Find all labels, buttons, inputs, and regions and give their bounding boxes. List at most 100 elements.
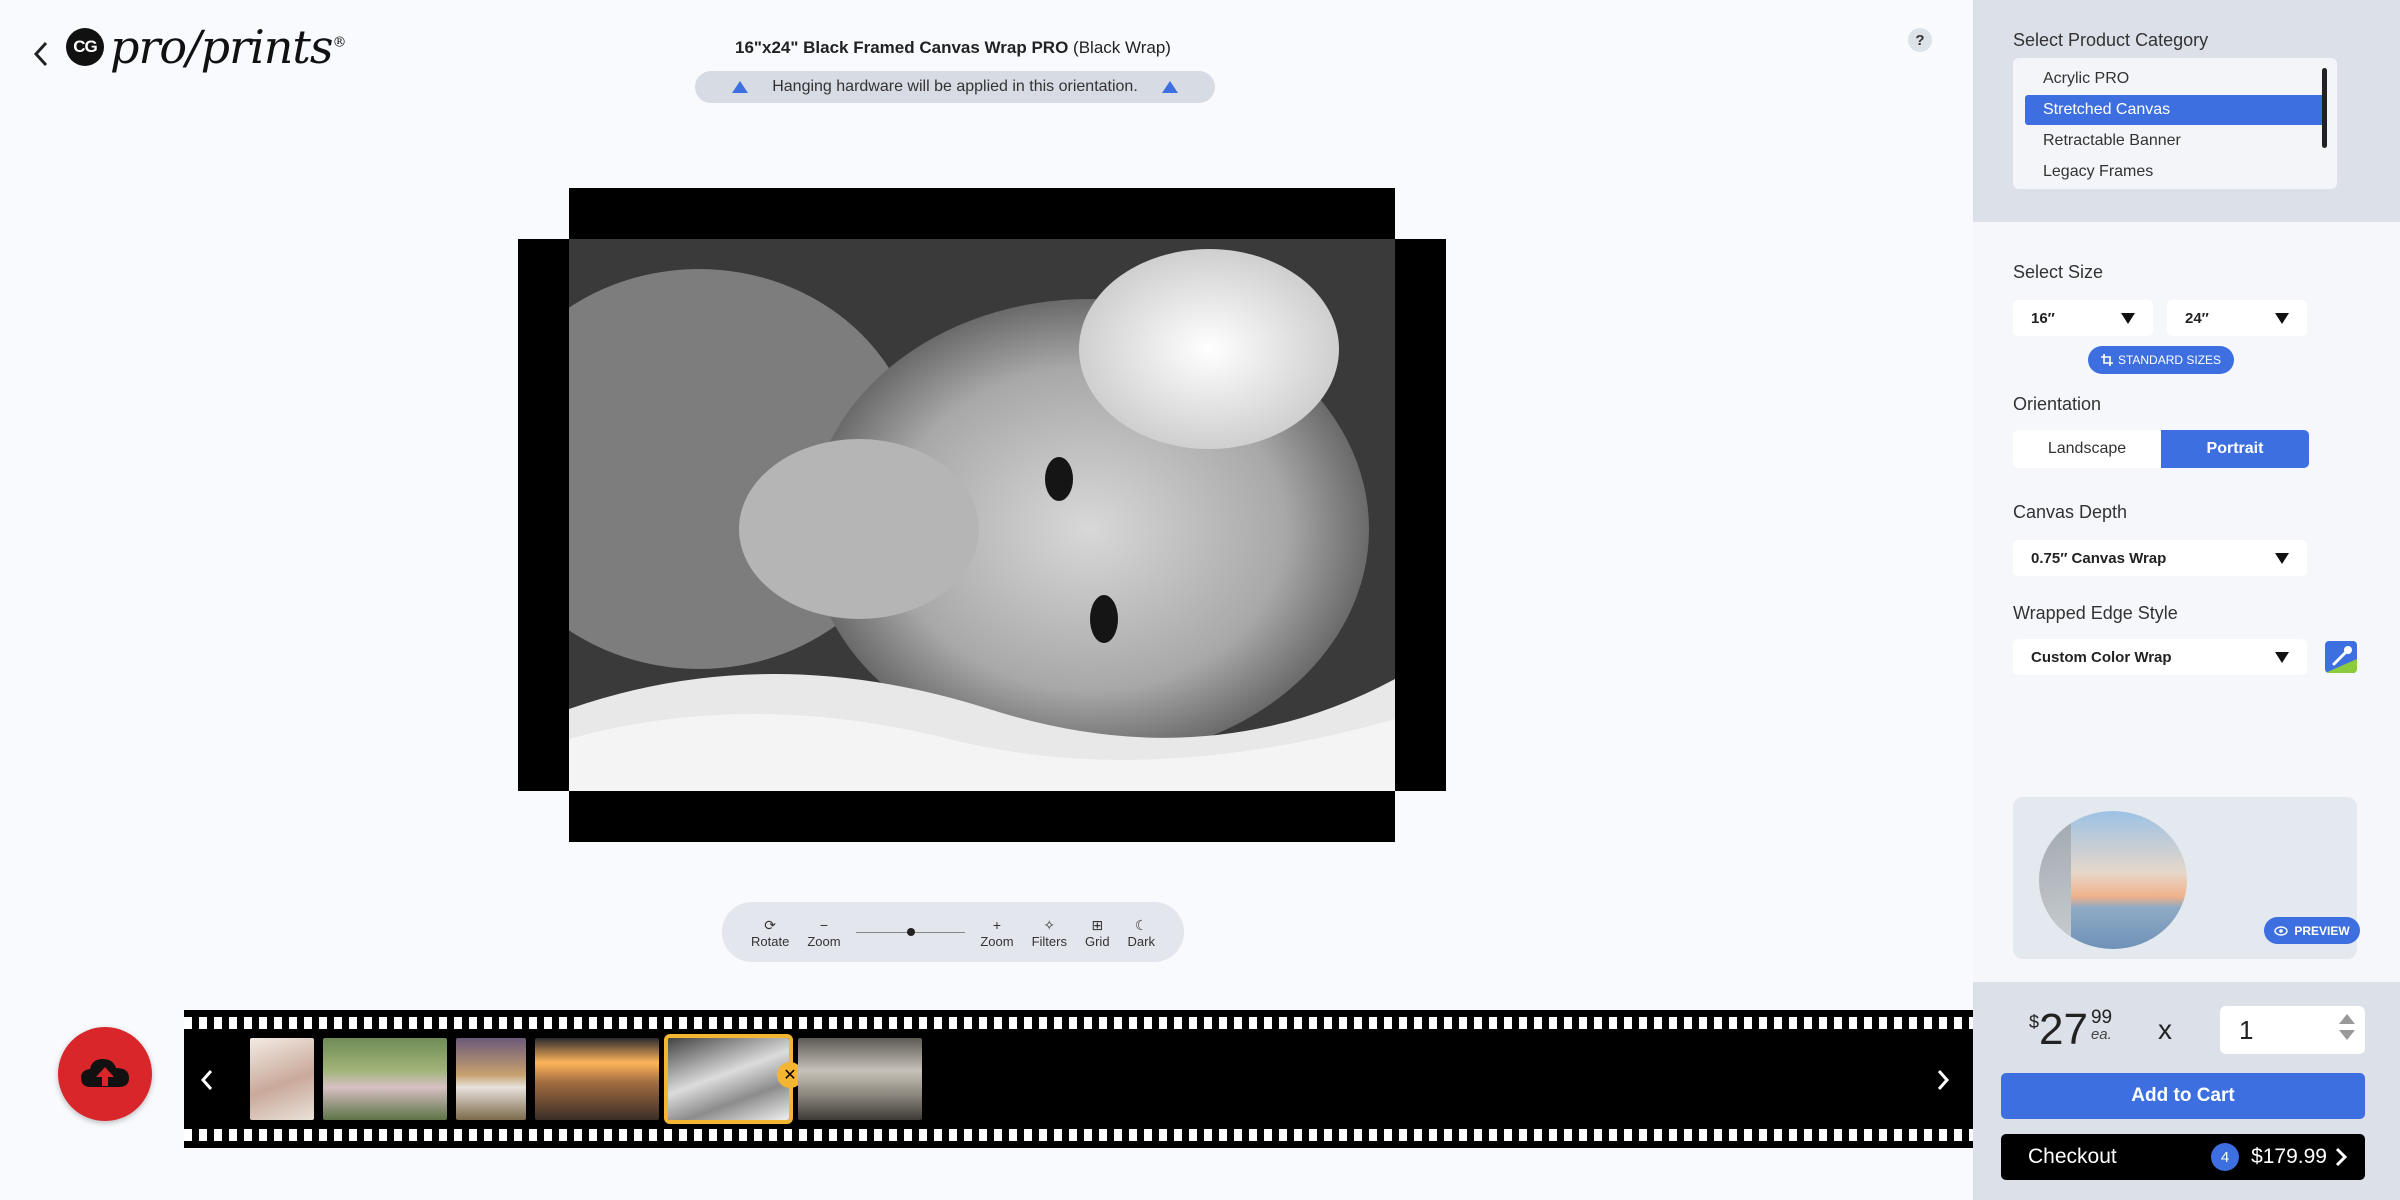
thumbnail-woman-in-field[interactable]	[456, 1038, 526, 1120]
rotate-button[interactable]: ⟳ Rotate	[751, 916, 789, 949]
checkout-button[interactable]: Checkout 4 $179.99	[2001, 1134, 2365, 1180]
up-triangle-icon	[1161, 81, 1178, 93]
zoom-in-label: Zoom	[980, 933, 1014, 949]
grid-icon: ⊞	[1091, 916, 1104, 933]
dark-label: Dark	[1127, 933, 1155, 949]
orientation-label: Orientation	[2013, 394, 2102, 414]
filmstrip-prev-button[interactable]	[192, 1060, 222, 1100]
canvas-photo[interactable]	[569, 239, 1395, 791]
category-scrollbar[interactable]	[2322, 68, 2327, 148]
add-to-cart-button[interactable]: Add to Cart	[2001, 1073, 2365, 1119]
caret-down-icon	[2275, 553, 2289, 564]
checkout-label: Checkout	[2028, 1145, 2117, 1168]
height-value: 24″	[2185, 309, 2209, 327]
price-unit: ea.	[2090, 1026, 2112, 1043]
category-section: Select Product Category Acrylic PRO Stre…	[1973, 0, 2400, 222]
thumbnail-couple-sunset[interactable]	[535, 1038, 659, 1120]
decrement-icon[interactable]	[2339, 1030, 2355, 1040]
rotate-icon: ⟳	[764, 916, 777, 933]
zoom-out-label: Zoom	[807, 933, 841, 949]
options-sidebar: Select Product Category Acrylic PRO Stre…	[1973, 0, 2400, 1200]
caret-down-icon	[2275, 652, 2289, 663]
canvas-preview-edge	[2039, 811, 2071, 949]
canvas-depth-select[interactable]: 0.75″ Canvas Wrap	[2013, 540, 2307, 576]
eyedropper-icon	[2325, 646, 2357, 673]
price-dollars: 27	[2039, 1005, 2088, 1054]
canvas-depth-label: Canvas Depth	[2013, 502, 2128, 522]
edge-style-select[interactable]: Custom Color Wrap	[2013, 639, 2307, 675]
edge-style-value: Custom Color Wrap	[2031, 648, 2172, 666]
chevron-left-icon	[200, 1070, 213, 1090]
thumbnail-wedding-couple[interactable]	[798, 1038, 922, 1120]
edge-style-label: Wrapped Edge Style	[2013, 603, 2178, 623]
upload-button[interactable]	[58, 1027, 152, 1121]
minus-icon: −	[819, 916, 829, 933]
category-item-legacy-frames[interactable]: Legacy Frames	[2025, 157, 2325, 187]
eyedropper-button[interactable]	[2325, 641, 2357, 673]
hanging-notice: Hanging hardware will be applied in this…	[695, 71, 1215, 103]
standard-sizes-label: STANDARD SIZES	[2117, 353, 2222, 367]
caret-down-icon	[2275, 313, 2289, 324]
orientation-toggle: Landscape Portrait	[2013, 430, 2309, 468]
zoom-slider-handle[interactable]	[906, 928, 915, 936]
increment-icon[interactable]	[2339, 1014, 2355, 1024]
category-item-retractable-banner[interactable]: Retractable Banner	[2025, 126, 2325, 156]
category-item-acrylic-pro[interactable]: Acrylic PRO	[2025, 64, 2325, 94]
zoom-in-button[interactable]: + Zoom	[980, 916, 1013, 949]
hanging-notice-text: Hanging hardware will be applied in this…	[772, 78, 1138, 95]
chevron-right-icon	[1937, 1070, 1950, 1090]
sparkle-icon: ✧	[1043, 916, 1056, 933]
canvas-depth-value: 0.75″ Canvas Wrap	[2031, 549, 2167, 567]
cart-section: $ 27 99 ea. x 1 Add to Cart Checkout 4 $…	[1973, 982, 2400, 1200]
product-title-suffix: (Black Wrap)	[1068, 38, 1171, 57]
chevron-right-icon	[2335, 1147, 2347, 1167]
cloud-upload-icon	[81, 1059, 129, 1087]
price-currency: $	[2029, 1012, 2040, 1032]
up-triangle-icon	[732, 81, 749, 93]
moon-icon: ☾	[1134, 916, 1148, 933]
film-perforation-top	[184, 1017, 1973, 1029]
product-preview-card: PREVIEW	[2013, 797, 2360, 959]
orientation-landscape[interactable]: Landscape	[2013, 430, 2161, 468]
edit-toolbar: ⟳ Rotate − Zoom + Zoom ✧ Filters ⊞ Grid …	[722, 902, 1184, 962]
width-select[interactable]: 16″	[2013, 300, 2153, 336]
grid-label: Grid	[1084, 933, 1110, 949]
newborn-photo-illustration	[569, 239, 1395, 791]
eye-icon	[2274, 925, 2289, 936]
orientation-portrait[interactable]: Portrait	[2161, 430, 2309, 468]
quantity-stepper[interactable]: 1	[2220, 1006, 2365, 1054]
thumbnail-girl-in-meadow[interactable]	[323, 1038, 447, 1120]
zoom-slider[interactable]	[855, 922, 966, 942]
preview-label: PREVIEW	[2294, 923, 2350, 938]
dark-mode-button[interactable]: ☾ Dark	[1128, 916, 1155, 949]
quantity-spinner[interactable]	[2339, 1014, 2355, 1040]
height-select[interactable]: 24″	[2167, 300, 2307, 336]
standard-sizes-button[interactable]: STANDARD SIZES	[2088, 346, 2234, 374]
category-label: Select Product Category	[2013, 30, 2209, 50]
price-cents: 99	[2090, 1007, 2113, 1028]
help-button[interactable]: ?	[1908, 28, 1932, 52]
multiply-sign: x	[2158, 1014, 2172, 1045]
photo-filmstrip: ✕	[184, 1010, 1973, 1148]
product-title: 16"x24" Black Framed Canvas Wrap PRO (Bl…	[0, 38, 1906, 58]
film-perforation-bottom	[184, 1129, 1973, 1141]
canvas-preview-image	[2039, 811, 2187, 949]
cart-count-badge: 4	[2211, 1143, 2240, 1171]
size-label: Select Size	[2013, 262, 2104, 282]
zoom-out-button[interactable]: − Zoom	[807, 916, 840, 949]
filmstrip-next-button[interactable]	[1928, 1060, 1958, 1100]
category-item-stretched-canvas[interactable]: Stretched Canvas	[2025, 95, 2325, 125]
quantity-value: 1	[2239, 1014, 2254, 1045]
cart-total: $179.99	[2251, 1145, 2327, 1168]
filters-button[interactable]: ✧ Filters	[1032, 916, 1067, 949]
category-list[interactable]: Acrylic PRO Stretched Canvas Retractable…	[2013, 58, 2337, 189]
rotate-label: Rotate	[751, 933, 790, 949]
thumbnail-girl-portrait[interactable]	[250, 1038, 314, 1120]
preview-button[interactable]: PREVIEW	[2264, 917, 2360, 944]
unit-price: $ 27 99 ea.	[2029, 1008, 2112, 1052]
thumbnail-newborn-bw[interactable]: ✕	[664, 1034, 803, 1124]
caret-down-icon	[2121, 313, 2135, 324]
thumbnail-list: ✕	[250, 1034, 922, 1124]
grid-button[interactable]: ⊞ Grid	[1085, 916, 1110, 949]
product-title-main: 16"x24" Black Framed Canvas Wrap PRO	[735, 38, 1069, 57]
